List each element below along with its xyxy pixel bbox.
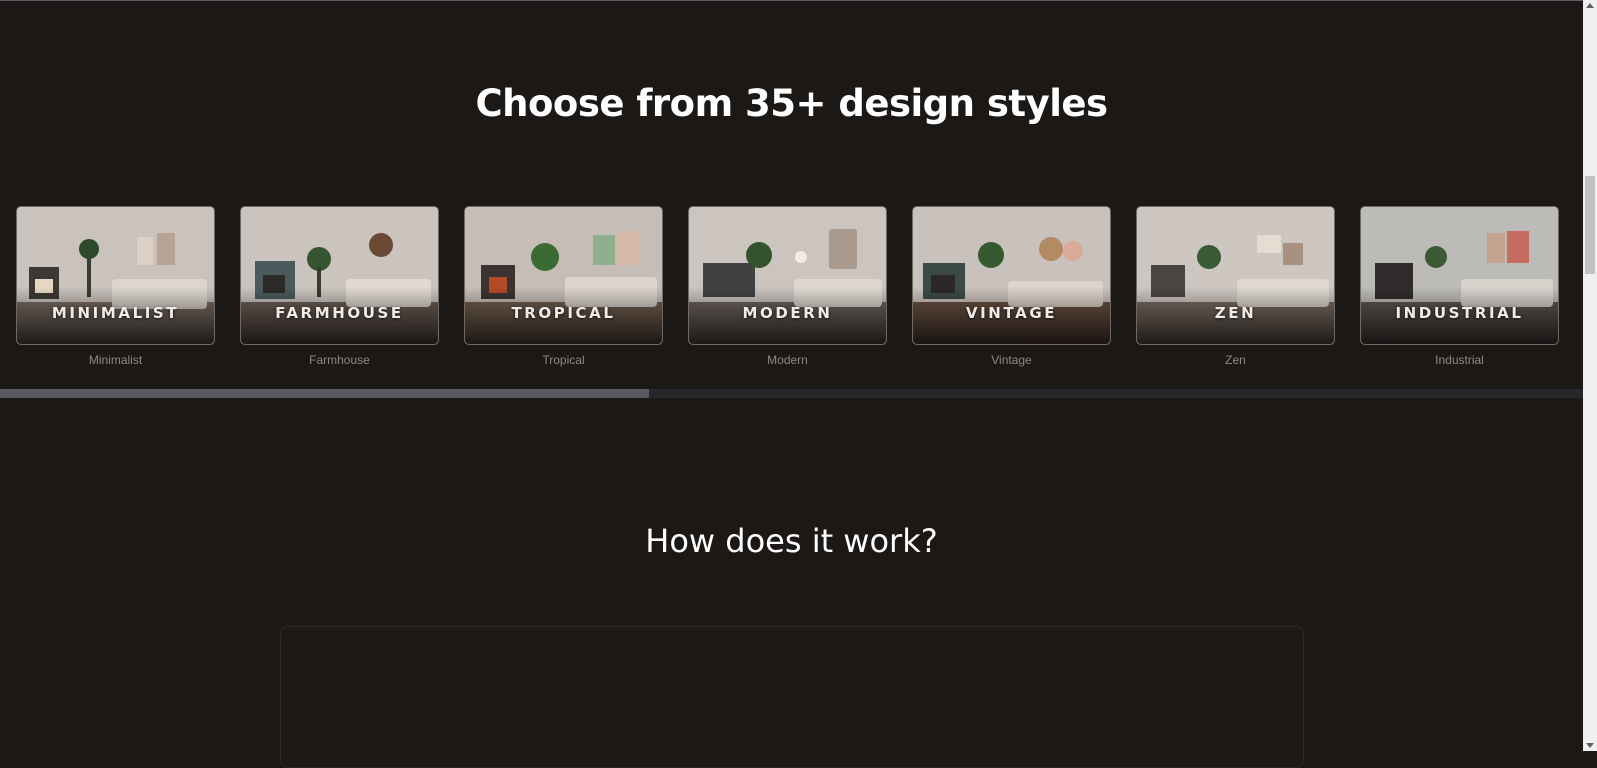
room-image	[913, 207, 1110, 344]
carousel-scrollbar[interactable]	[0, 389, 1583, 398]
style-card-image[interactable]: FARMHOUSE	[240, 206, 439, 345]
carousel-scrollbar-thumb[interactable]	[0, 389, 649, 398]
style-card-image[interactable]: ZEN	[1136, 206, 1335, 345]
style-overlay-label: MODERN	[742, 304, 833, 322]
page-content: Choose from 35+ design styles MINIMALIST…	[0, 0, 1583, 768]
room-image	[465, 207, 662, 344]
style-caption: Vintage	[991, 353, 1032, 367]
style-card-image[interactable]: MODERN	[688, 206, 887, 345]
how-it-works-heading: How does it work?	[645, 522, 938, 560]
styles-heading: Choose from 35+ design styles	[475, 82, 1108, 125]
style-overlay-label: VINTAGE	[965, 304, 1058, 322]
style-caption: Minimalist	[88, 353, 143, 367]
page-scrollbar-thumb[interactable]	[1585, 176, 1595, 274]
style-caption: Zen	[1225, 353, 1246, 367]
room-image	[689, 207, 886, 344]
room-image	[241, 207, 438, 344]
how-it-works-container	[280, 626, 1304, 768]
room-image	[1137, 207, 1334, 344]
style-caption: Tropical	[542, 353, 585, 367]
style-overlay-label: INDUSTRIAL	[1395, 304, 1524, 322]
scroll-up-arrow-icon[interactable]	[1586, 3, 1594, 8]
style-overlay-label: ZEN	[1214, 304, 1257, 322]
room-image	[17, 207, 214, 344]
style-card-image[interactable]: TROPICAL	[464, 206, 663, 345]
style-overlay-label: FARMHOUSE	[275, 304, 404, 322]
style-card-image[interactable]: INDUSTRIAL	[1360, 206, 1559, 345]
style-card-modern[interactable]: MODERN Modern	[688, 206, 887, 367]
style-card-industrial[interactable]: INDUSTRIAL Industrial	[1360, 206, 1559, 367]
style-card-vintage[interactable]: VINTAGE Vintage	[912, 206, 1111, 367]
style-card-farmhouse[interactable]: FARMHOUSE Farmhouse	[240, 206, 439, 367]
style-overlay-label: MINIMALIST	[51, 304, 180, 322]
style-caption: Farmhouse	[309, 353, 370, 367]
style-card-minimalist[interactable]: MINIMALIST Minimalist	[16, 206, 215, 367]
style-card-zen[interactable]: ZEN Zen	[1136, 206, 1335, 367]
style-card-image[interactable]: VINTAGE	[912, 206, 1111, 345]
style-card-image[interactable]: MINIMALIST	[16, 206, 215, 345]
style-overlay-label: TROPICAL	[511, 304, 616, 322]
page-scrollbar[interactable]	[1583, 0, 1597, 751]
style-card-tropical[interactable]: TROPICAL Tropical	[464, 206, 663, 367]
room-image	[1361, 207, 1558, 344]
style-caption: Industrial	[1435, 353, 1484, 367]
styles-carousel[interactable]: MINIMALIST Minimalist FARMHOUSE Farmhous…	[16, 206, 1583, 371]
style-caption: Modern	[767, 353, 808, 367]
scroll-down-arrow-icon[interactable]	[1586, 743, 1594, 748]
